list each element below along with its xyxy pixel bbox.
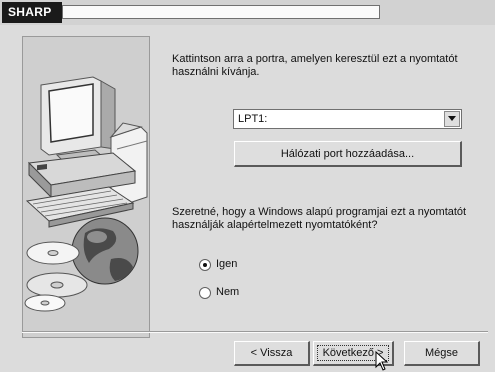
chevron-down-icon	[448, 116, 456, 121]
port-select[interactable]: LPT1:	[233, 109, 462, 129]
dialog-window: SHARP Kattintson arra a portra, amelyen …	[0, 0, 495, 372]
monitor-icon	[40, 76, 116, 164]
side-illustration-panel	[22, 36, 150, 338]
back-button[interactable]: < Vissza	[234, 341, 310, 366]
title-bar: SHARP	[0, 0, 495, 25]
radio-no-label[interactable]: Nem	[216, 286, 239, 298]
radio-no-circle[interactable]	[199, 287, 211, 299]
add-network-port-button[interactable]: Hálózati port hozzáadása...	[234, 141, 462, 167]
mouse-pointer-icon	[375, 351, 388, 371]
radio-yes-circle[interactable]	[199, 259, 211, 271]
sharp-logo: SHARP	[2, 2, 62, 23]
radio-selected-dot	[203, 263, 207, 267]
port-prompt-text: Kattintson arra a portra, amelyen keresz…	[172, 53, 458, 78]
globe-icon	[71, 217, 139, 285]
computer-cd-illustration	[24, 76, 148, 312]
cd-icon	[24, 241, 88, 312]
title-field	[62, 5, 380, 19]
default-printer-prompt-text: Szeretné, hogy a Windows alapú programja…	[172, 206, 467, 231]
radio-yes-label[interactable]: Igen	[216, 258, 237, 270]
port-select-dropdown-button[interactable]	[444, 111, 460, 127]
port-select-value: LPT1:	[238, 113, 268, 125]
cancel-button[interactable]: Mégse	[404, 341, 480, 366]
footer-separator	[22, 331, 488, 333]
